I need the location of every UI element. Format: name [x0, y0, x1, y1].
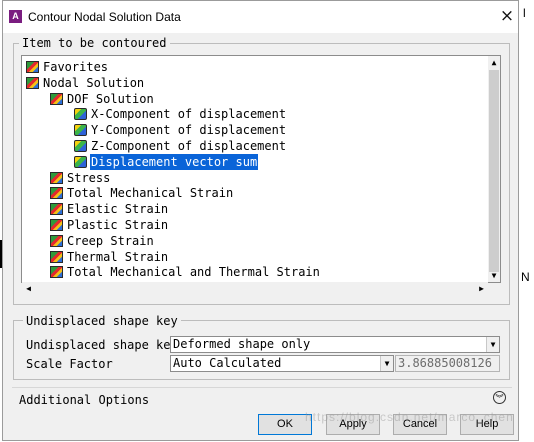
tree-item-label: Creep Strain	[67, 233, 154, 248]
expand-icon[interactable]: ︾	[493, 391, 506, 404]
tree-item-label: Total Mechanical and Thermal Strain	[67, 265, 320, 280]
result-item-icon	[74, 155, 87, 168]
tree-item-label: Stress	[67, 170, 111, 185]
apply-button[interactable]: Apply	[326, 414, 380, 435]
shape-group-legend: Undisplaced shape key	[23, 314, 181, 328]
ok-button[interactable]: OK	[258, 414, 312, 435]
tree-item-label: Displacement vector sum	[90, 153, 259, 170]
scroll-down-icon[interactable]: ▼	[488, 269, 500, 282]
folder-icon	[26, 61, 39, 73]
additional-options-label: Additional Options	[19, 393, 150, 407]
additional-options-bar[interactable]: Additional Options ︾	[12, 387, 512, 410]
cancel-button[interactable]: Cancel	[393, 414, 447, 435]
scroll-thumb[interactable]	[489, 70, 499, 272]
tree-item-label: DOF Solution	[67, 91, 154, 106]
tree-vertical-scrollbar[interactable]: ▲ ▼	[488, 56, 500, 282]
title-bar: A Contour Nodal Solution Data ×	[3, 1, 518, 33]
tree-item-label: Thermal Strain	[67, 249, 169, 264]
scroll-left-icon[interactable]: ◀	[22, 282, 35, 295]
tree-item-label: Nodal Solution	[43, 75, 145, 90]
tree-item-label: Z-Component of displacement	[91, 139, 287, 153]
folder-icon	[50, 187, 63, 200]
undisplaced-shape-label: Undisplaced shape key	[26, 338, 178, 352]
folder-icon	[50, 219, 63, 231]
folder-icon	[50, 250, 63, 263]
scale-factor-value: Auto Calculated	[173, 356, 282, 370]
right-edge-text: N	[521, 270, 530, 284]
tree-item-label: Plastic Strain	[67, 218, 169, 232]
folder-icon	[26, 76, 39, 89]
ansys-logo-icon: A	[9, 10, 22, 23]
undisplaced-shape-value: Deformed shape only	[173, 337, 311, 351]
chevron-down-icon[interactable]: ▼	[486, 337, 499, 352]
undisplaced-shape-select[interactable]: Deformed shape only ▼	[170, 336, 500, 353]
result-item-icon	[74, 140, 87, 152]
help-button[interactable]: Help	[460, 414, 514, 435]
tree-item-label: Y-Component of displacement	[91, 123, 287, 138]
folder-icon	[50, 234, 63, 247]
tree-horizontal-scrollbar[interactable]: ◀ ▶	[22, 282, 488, 295]
tree-item-label: Total Mechanical Strain	[67, 186, 234, 201]
close-icon[interactable]: ×	[495, 4, 519, 28]
tree-item-label: X-Component of displacement	[91, 107, 287, 122]
result-item-icon	[74, 108, 87, 121]
scroll-right-icon[interactable]: ▶	[475, 282, 488, 295]
item-group-legend: Item to be contoured	[19, 36, 170, 50]
folder-icon	[50, 171, 63, 184]
scale-factor-label: Scale Factor	[26, 357, 113, 371]
folder-icon	[50, 92, 63, 105]
window-title: Contour Nodal Solution Data	[28, 10, 181, 24]
result-item-icon	[74, 124, 87, 137]
scroll-up-icon[interactable]: ▲	[488, 56, 500, 69]
result-tree[interactable]: Favorites Nodal Solution DOF Solution X-Com…	[21, 55, 501, 283]
tree-item-label: Favorites	[43, 60, 109, 74]
folder-icon	[50, 266, 63, 279]
tree-item-label: Elastic Strain	[67, 202, 169, 217]
scale-factor-select[interactable]: Auto Calculated ▼	[170, 355, 394, 372]
right-edge-top-text: l	[523, 6, 526, 20]
chevron-down-icon[interactable]: ▼	[380, 356, 393, 371]
folder-icon	[50, 203, 63, 216]
scale-factor-number: 3.86885008126	[395, 355, 500, 372]
